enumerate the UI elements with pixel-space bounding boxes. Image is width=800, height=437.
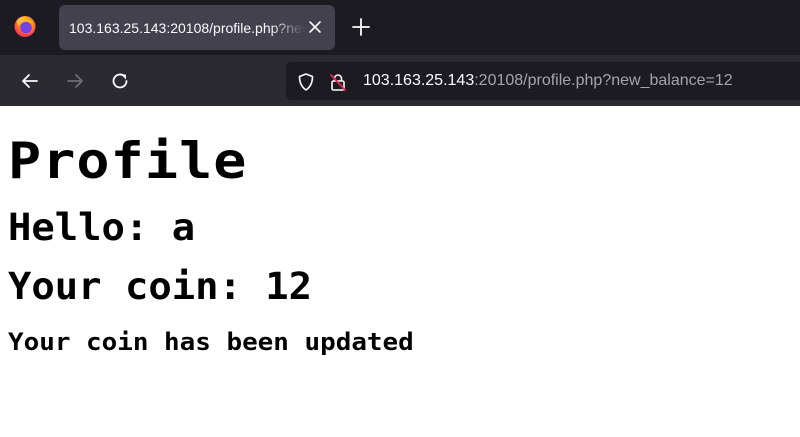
navigation-toolbar: 103.163.25.143:20108/profile.php?new_bal… bbox=[0, 55, 800, 106]
url-host: 103.163.25.143 bbox=[363, 72, 475, 89]
reload-icon[interactable] bbox=[109, 70, 131, 92]
close-icon[interactable] bbox=[307, 19, 323, 35]
tab-strip: 103.163.25.143:20108/profile.php?new_bal… bbox=[0, 0, 800, 55]
insecure-lock-icon[interactable] bbox=[328, 72, 348, 92]
shield-icon[interactable] bbox=[296, 72, 316, 92]
url-text[interactable]: 103.163.25.143:20108/profile.php?new_bal… bbox=[363, 71, 733, 91]
back-arrow-icon[interactable] bbox=[19, 70, 41, 92]
greeting-text: Hello: a bbox=[8, 206, 196, 249]
address-bar[interactable]: 103.163.25.143:20108/profile.php?new_bal… bbox=[286, 62, 800, 100]
tab-title: 103.163.25.143:20108/profile.php?new_bal… bbox=[69, 20, 305, 36]
new-tab-plus-icon[interactable] bbox=[350, 16, 372, 38]
coin-balance: Your coin: 12 bbox=[8, 265, 313, 308]
url-path: :20108/profile.php?new_balance=12 bbox=[474, 72, 733, 89]
firefox-logo-icon[interactable] bbox=[13, 14, 37, 38]
active-tab[interactable]: 103.163.25.143:20108/profile.php?new_bal… bbox=[59, 5, 335, 50]
forward-arrow-icon[interactable] bbox=[64, 70, 86, 92]
page-content: Profile Hello: a Your coin: 12 Your coin… bbox=[0, 106, 800, 437]
page-title: Profile bbox=[8, 132, 248, 190]
status-message: Your coin has been updated bbox=[8, 328, 414, 356]
